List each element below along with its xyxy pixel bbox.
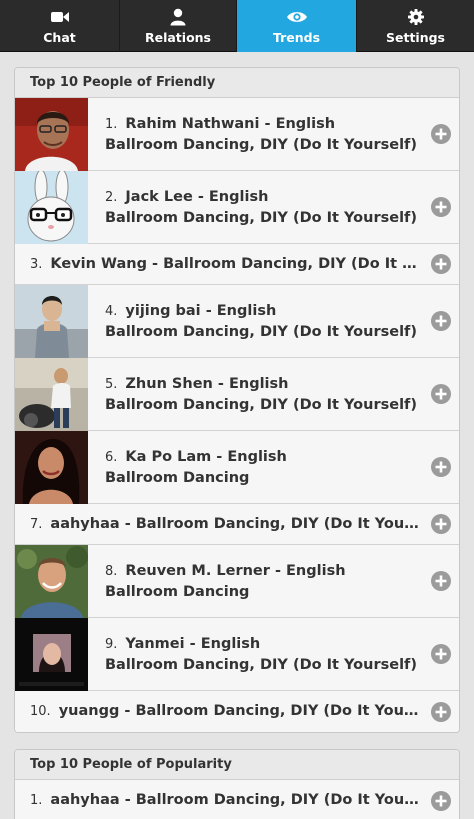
friendly-row-4[interactable]: 4. yijing bai - English Ballroom Dancing,… <box>15 284 459 358</box>
avatar <box>15 544 88 618</box>
friendly-row-5[interactable]: 5. Zhun Shen - English Ballroom Dancing, … <box>15 357 459 431</box>
add-icon[interactable] <box>431 311 451 331</box>
tab-trends-label: Trends <box>272 30 321 45</box>
friendly-row-9[interactable]: 9. Yanmei - English Ballroom Dancing, DIY… <box>15 617 459 691</box>
friendly-row-10[interactable]: 10. yuangg - Ballroom Dancing, DIY (Do It… <box>15 691 459 732</box>
friendly-panel-title: Top 10 People of Friendly <box>15 68 459 98</box>
rank-number: 2. <box>105 189 118 205</box>
avatar <box>15 617 88 691</box>
rank-number: 7. <box>30 516 43 532</box>
rank-number: 6. <box>105 449 118 465</box>
add-icon[interactable] <box>431 571 451 591</box>
rank-number: 1. <box>105 116 118 132</box>
rank-number: 9. <box>105 636 118 652</box>
friendly-row-7[interactable]: 7. aahyhaa - Ballroom Dancing, DIY (Do It… <box>15 504 459 545</box>
person-name: Zhun Shen - English <box>125 375 289 392</box>
tab-bar: Chat Relations Trends Settings <box>0 0 474 52</box>
person-name: Jack Lee - English <box>125 188 269 205</box>
person-interests: Ballroom Dancing, DIY (Do It Yourself) <box>105 209 417 226</box>
tab-chat[interactable]: Chat <box>0 0 120 52</box>
rank-number: 1. <box>30 793 43 808</box>
tab-chat-label: Chat <box>43 30 76 45</box>
add-icon[interactable] <box>431 514 451 534</box>
person-interests: Ballroom Dancing <box>105 583 250 600</box>
add-icon[interactable] <box>431 644 451 664</box>
tab-trends[interactable]: Trends <box>237 0 357 52</box>
tab-relations-label: Relations <box>144 30 211 45</box>
add-icon[interactable] <box>431 701 451 722</box>
rank-number: 10. <box>30 704 51 719</box>
avatar <box>15 284 88 358</box>
avatar <box>15 97 88 171</box>
person-name: aahyhaa - Ballroom Dancing, DIY (Do It Y… <box>50 792 419 808</box>
friendly-panel: Top 10 People of Friendly 1. Rahim Nathwa… <box>14 67 460 733</box>
person-interests: Ballroom Dancing, DIY (Do It Yourself) <box>105 323 417 340</box>
person-name: yuangg - Ballroom Dancing, DIY (Do It Yo… <box>58 703 419 719</box>
person-interests: Ballroom Dancing, DIY (Do It Yourself) <box>105 656 417 673</box>
rank-number: 3. <box>30 256 43 272</box>
add-icon[interactable] <box>431 124 451 144</box>
rank-number: 4. <box>105 303 118 319</box>
friendly-row-1[interactable]: 1. Rahim Nathwani - English Ballroom Danc… <box>15 97 459 171</box>
gear-icon <box>407 7 424 27</box>
person-name: Yanmei - English <box>125 635 261 652</box>
tab-relations[interactable]: Relations <box>120 0 237 52</box>
add-icon[interactable] <box>431 790 451 811</box>
tab-settings-label: Settings <box>385 30 445 45</box>
add-icon[interactable] <box>431 384 451 404</box>
add-icon[interactable] <box>431 254 451 274</box>
person-interests: Ballroom Dancing <box>105 469 250 486</box>
person-name: yijing bai - English <box>125 302 277 319</box>
person-name: Reuven M. Lerner - English <box>125 562 346 579</box>
tab-settings[interactable]: Settings <box>357 0 474 52</box>
friendly-row-2[interactable]: 2. Jack Lee - English Ballroom Dancing, D… <box>15 170 459 244</box>
video-camera-icon <box>50 7 70 27</box>
person-name: Kevin Wang - Ballroom Dancing, DIY (Do I… <box>50 255 419 272</box>
rank-number: 5. <box>105 376 118 392</box>
eye-icon <box>286 7 308 27</box>
friendly-row-8[interactable]: 8. Reuven M. Lerner - English Ballroom Da… <box>15 544 459 618</box>
avatar <box>15 430 88 504</box>
person-name: Ka Po Lam - English <box>125 448 287 465</box>
friendly-row-6[interactable]: 6. Ka Po Lam - English Ballroom Dancing <box>15 430 459 504</box>
add-icon[interactable] <box>431 457 451 477</box>
avatar <box>15 170 88 244</box>
friendly-row-3[interactable]: 3. Kevin Wang - Ballroom Dancing, DIY (Do… <box>15 244 459 285</box>
popularity-panel: Top 10 People of Popularity 1. aahyhaa - … <box>14 749 460 819</box>
person-interests: Ballroom Dancing, DIY (Do It Yourself) <box>105 136 417 153</box>
person-name: Rahim Nathwani - English <box>125 115 336 132</box>
rank-number: 8. <box>105 563 118 579</box>
person-interests: Ballroom Dancing, DIY (Do It Yourself) <box>105 396 417 413</box>
popularity-row-1[interactable]: 1. aahyhaa - Ballroom Dancing, DIY (Do It… <box>15 780 459 819</box>
popularity-panel-title: Top 10 People of Popularity <box>15 750 459 780</box>
add-icon[interactable] <box>431 197 451 217</box>
person-icon <box>170 7 186 27</box>
person-name: aahyhaa - Ballroom Dancing, DIY (Do It Y… <box>50 515 419 532</box>
avatar <box>15 357 88 431</box>
